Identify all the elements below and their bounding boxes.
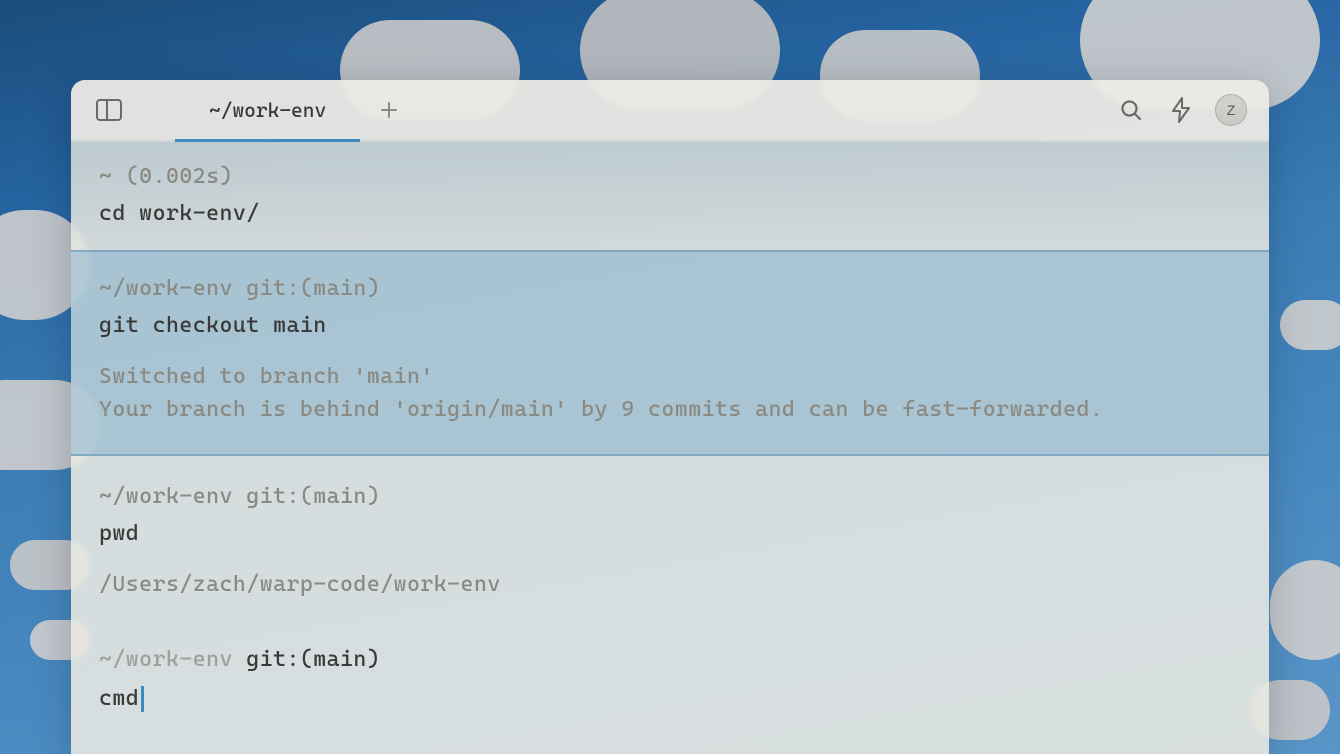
title-bar-right: Z <box>1115 94 1247 126</box>
cursor <box>141 686 144 712</box>
new-tab-button[interactable] <box>360 101 418 119</box>
output-text: /Users/zach/warp-code/work-env <box>99 568 1241 601</box>
tab-work-env[interactable]: ~/work-env <box>175 80 360 140</box>
split-pane-icon[interactable] <box>93 94 125 126</box>
active-prompt: ~/work-env git:(main) <box>99 643 1241 676</box>
tab-bar: ~/work-env <box>175 80 1115 140</box>
search-icon[interactable] <box>1115 94 1147 126</box>
active-input-block[interactable]: ~/work-env git:(main) cmd <box>71 619 1269 735</box>
command-block[interactable]: ~ (0.002s) cd work-env/ <box>71 142 1269 250</box>
avatar[interactable]: Z <box>1215 94 1247 126</box>
lightning-icon[interactable] <box>1165 94 1197 126</box>
prompt-path: ~/work-env <box>99 647 246 672</box>
prompt-text: ~ (0.002s) <box>99 160 1241 193</box>
prompt-text: ~/work-env git:(main) <box>99 272 1241 305</box>
input-text: cmd <box>99 682 139 715</box>
prompt-text: ~/work-env git:(main) <box>99 480 1241 513</box>
command-block-selected[interactable]: ~/work-env git:(main) git checkout main … <box>71 250 1269 456</box>
avatar-initial: Z <box>1227 102 1236 118</box>
command-text: git checkout main <box>99 309 1241 342</box>
title-bar: ~/work-env Z <box>71 80 1269 142</box>
terminal-window: ~/work-env Z <box>71 80 1269 754</box>
command-input[interactable]: cmd <box>99 682 1241 715</box>
bg-cloud <box>1280 300 1340 350</box>
terminal-body: ~ (0.002s) cd work-env/ ~/work-env git:(… <box>71 142 1269 735</box>
command-text: pwd <box>99 517 1241 550</box>
output-text: Switched to branch 'main' Your branch is… <box>99 360 1241 426</box>
bg-cloud <box>1270 560 1340 660</box>
command-block[interactable]: ~/work-env git:(main) pwd /Users/zach/wa… <box>71 456 1269 619</box>
command-text: cd work-env/ <box>99 197 1241 230</box>
tab-label: ~/work-env <box>209 98 326 122</box>
prompt-git: git:(main) <box>246 647 380 672</box>
